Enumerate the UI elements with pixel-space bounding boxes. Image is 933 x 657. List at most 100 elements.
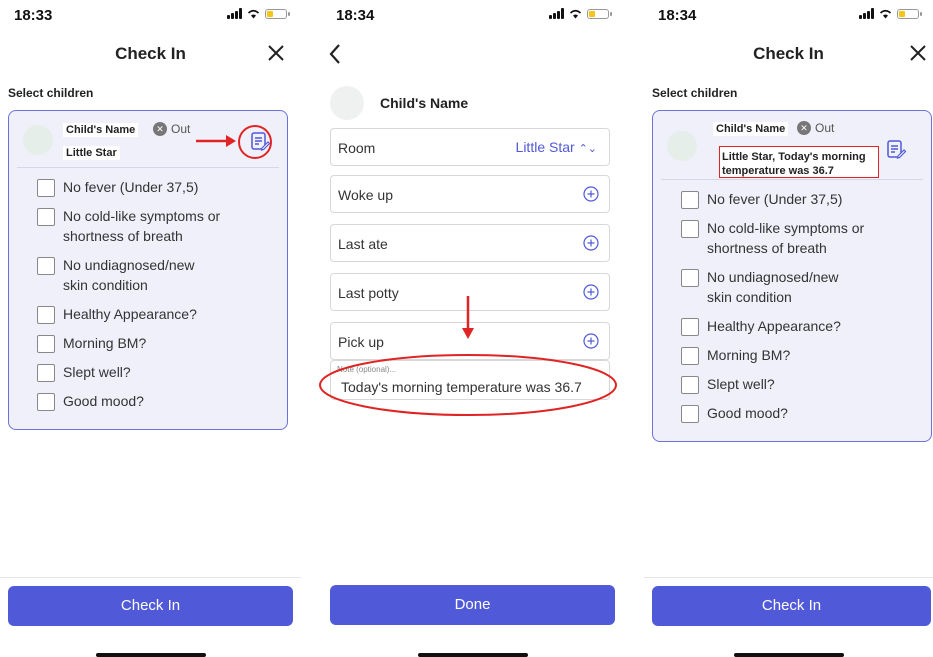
check-label: Good mood? bbox=[63, 393, 144, 409]
plus-circle-icon[interactable] bbox=[583, 235, 599, 251]
note-placeholder: Note (optional)... bbox=[337, 365, 397, 374]
plus-circle-icon[interactable] bbox=[583, 186, 599, 202]
header: Check In bbox=[644, 36, 933, 72]
header: Check In bbox=[0, 36, 301, 72]
child-card-header: Child's Name ✕ Out Little Star, Today's m… bbox=[661, 111, 923, 180]
check-item[interactable]: Morning BM? bbox=[37, 333, 233, 353]
section-label: Select children bbox=[652, 86, 738, 100]
pick-up-field[interactable]: Pick up bbox=[330, 322, 610, 360]
plus-circle-icon[interactable] bbox=[583, 333, 599, 349]
check-label: Morning BM? bbox=[707, 347, 791, 363]
child-name: Child's Name bbox=[380, 95, 469, 111]
child-card[interactable]: Child's Name ✕ Out Little Star No fever (… bbox=[8, 110, 288, 430]
status-bar: 18:33 bbox=[0, 0, 301, 30]
check-item[interactable]: No fever (Under 37,5) bbox=[37, 177, 233, 197]
check-item[interactable]: No undiagnosed/new skin condition bbox=[37, 255, 233, 295]
home-indicator bbox=[95, 653, 206, 657]
room-field[interactable]: Room Little Star ⌃⌄ bbox=[330, 128, 610, 166]
checkbox[interactable] bbox=[37, 306, 55, 324]
checklist: No fever (Under 37,5) No cold-like sympt… bbox=[37, 171, 233, 411]
child-room: Little Star bbox=[63, 146, 120, 160]
avatar bbox=[23, 125, 53, 155]
checkbox[interactable] bbox=[681, 191, 699, 209]
check-label: Slept well? bbox=[63, 364, 131, 380]
battery-icon bbox=[587, 8, 612, 19]
check-item[interactable]: Good mood? bbox=[681, 403, 877, 423]
check-label: No undiagnosed/new skin condition bbox=[63, 257, 195, 293]
page-title: Check In bbox=[753, 44, 824, 63]
check-in-button[interactable]: Check In bbox=[8, 586, 293, 626]
clock: 18:34 bbox=[658, 7, 697, 24]
check-label: No fever (Under 37,5) bbox=[63, 179, 199, 195]
check-item[interactable]: Good mood? bbox=[37, 391, 233, 411]
check-label: No undiagnosed/new skin condition bbox=[707, 269, 839, 305]
checkbox[interactable] bbox=[37, 179, 55, 197]
system-icons bbox=[227, 8, 290, 19]
clock: 18:33 bbox=[14, 7, 53, 24]
last-ate-field[interactable]: Last ate bbox=[330, 224, 610, 262]
check-item[interactable]: Morning BM? bbox=[681, 345, 877, 365]
status-text: Out bbox=[171, 122, 191, 136]
checkbox[interactable] bbox=[681, 347, 699, 365]
home-indicator bbox=[417, 653, 528, 657]
checkbox[interactable] bbox=[37, 257, 55, 275]
checkbox[interactable] bbox=[681, 376, 699, 394]
checklist: No fever (Under 37,5) No cold-like sympt… bbox=[681, 183, 877, 423]
checkbox[interactable] bbox=[37, 393, 55, 411]
check-item[interactable]: No cold-like symptoms or shortness of br… bbox=[37, 206, 233, 246]
check-label: Slept well? bbox=[707, 376, 775, 392]
check-label: Healthy Appearance? bbox=[707, 318, 841, 334]
note-edit-icon[interactable] bbox=[249, 131, 271, 153]
signal-icon bbox=[227, 8, 242, 19]
status-bar: 18:34 bbox=[644, 0, 933, 30]
checkbox[interactable] bbox=[37, 208, 55, 226]
x-circle-icon: ✕ bbox=[153, 122, 167, 136]
done-button[interactable]: Done bbox=[330, 585, 615, 625]
clock: 18:34 bbox=[336, 7, 375, 24]
check-item[interactable]: Healthy Appearance? bbox=[37, 304, 233, 324]
x-circle-icon: ✕ bbox=[797, 121, 811, 135]
room-select-value: Little Star ⌃⌄ bbox=[515, 139, 597, 155]
note-input[interactable]: Note (optional)... Today's morning tempe… bbox=[330, 360, 610, 400]
field-label: Last ate bbox=[338, 236, 388, 252]
checkbox[interactable] bbox=[681, 318, 699, 336]
wifi-icon bbox=[247, 9, 260, 19]
child-card[interactable]: Child's Name ✕ Out Little Star, Today's m… bbox=[652, 110, 932, 442]
system-icons bbox=[549, 8, 612, 19]
checkbox[interactable] bbox=[681, 269, 699, 287]
checkbox[interactable] bbox=[681, 405, 699, 423]
child-room-note: Little Star, Today's morning temperature… bbox=[719, 146, 879, 178]
woke-up-field[interactable]: Woke up bbox=[330, 175, 610, 213]
note-value: Today's morning temperature was 36.7 bbox=[341, 379, 582, 395]
check-item[interactable]: No cold-like symptoms or shortness of br… bbox=[681, 218, 877, 258]
check-in-screen-2: 18:34 Check In Select children Child's N… bbox=[644, 0, 933, 657]
back-chevron-icon[interactable] bbox=[324, 40, 348, 68]
check-label: No cold-like symptoms or shortness of br… bbox=[707, 220, 865, 256]
check-label: Morning BM? bbox=[63, 335, 147, 351]
bottom-bar: Done bbox=[322, 577, 623, 627]
check-item[interactable]: No fever (Under 37,5) bbox=[681, 189, 877, 209]
status-badge: ✕ Out bbox=[153, 122, 190, 136]
check-item[interactable]: Slept well? bbox=[37, 362, 233, 382]
check-item[interactable]: Healthy Appearance? bbox=[681, 316, 877, 336]
checkbox[interactable] bbox=[681, 220, 699, 238]
status-bar: 18:34 bbox=[322, 0, 623, 30]
check-item[interactable]: No undiagnosed/new skin condition bbox=[681, 267, 877, 307]
close-icon[interactable] bbox=[263, 40, 289, 66]
plus-circle-icon[interactable] bbox=[583, 284, 599, 300]
check-label: Healthy Appearance? bbox=[63, 306, 197, 322]
check-label: No cold-like symptoms or shortness of br… bbox=[63, 208, 221, 244]
bottom-bar: Check In bbox=[0, 577, 301, 628]
check-in-button[interactable]: Check In bbox=[652, 586, 931, 626]
check-label: Good mood? bbox=[707, 405, 788, 421]
note-edit-icon[interactable] bbox=[885, 139, 907, 161]
check-label: No fever (Under 37,5) bbox=[707, 191, 843, 207]
close-icon[interactable] bbox=[905, 40, 931, 66]
last-potty-field[interactable]: Last potty bbox=[330, 273, 610, 311]
checkbox[interactable] bbox=[37, 364, 55, 382]
child-name: Child's Name bbox=[63, 123, 139, 137]
checkbox[interactable] bbox=[37, 335, 55, 353]
header bbox=[322, 36, 623, 72]
check-item[interactable]: Slept well? bbox=[681, 374, 877, 394]
battery-icon bbox=[897, 8, 922, 19]
